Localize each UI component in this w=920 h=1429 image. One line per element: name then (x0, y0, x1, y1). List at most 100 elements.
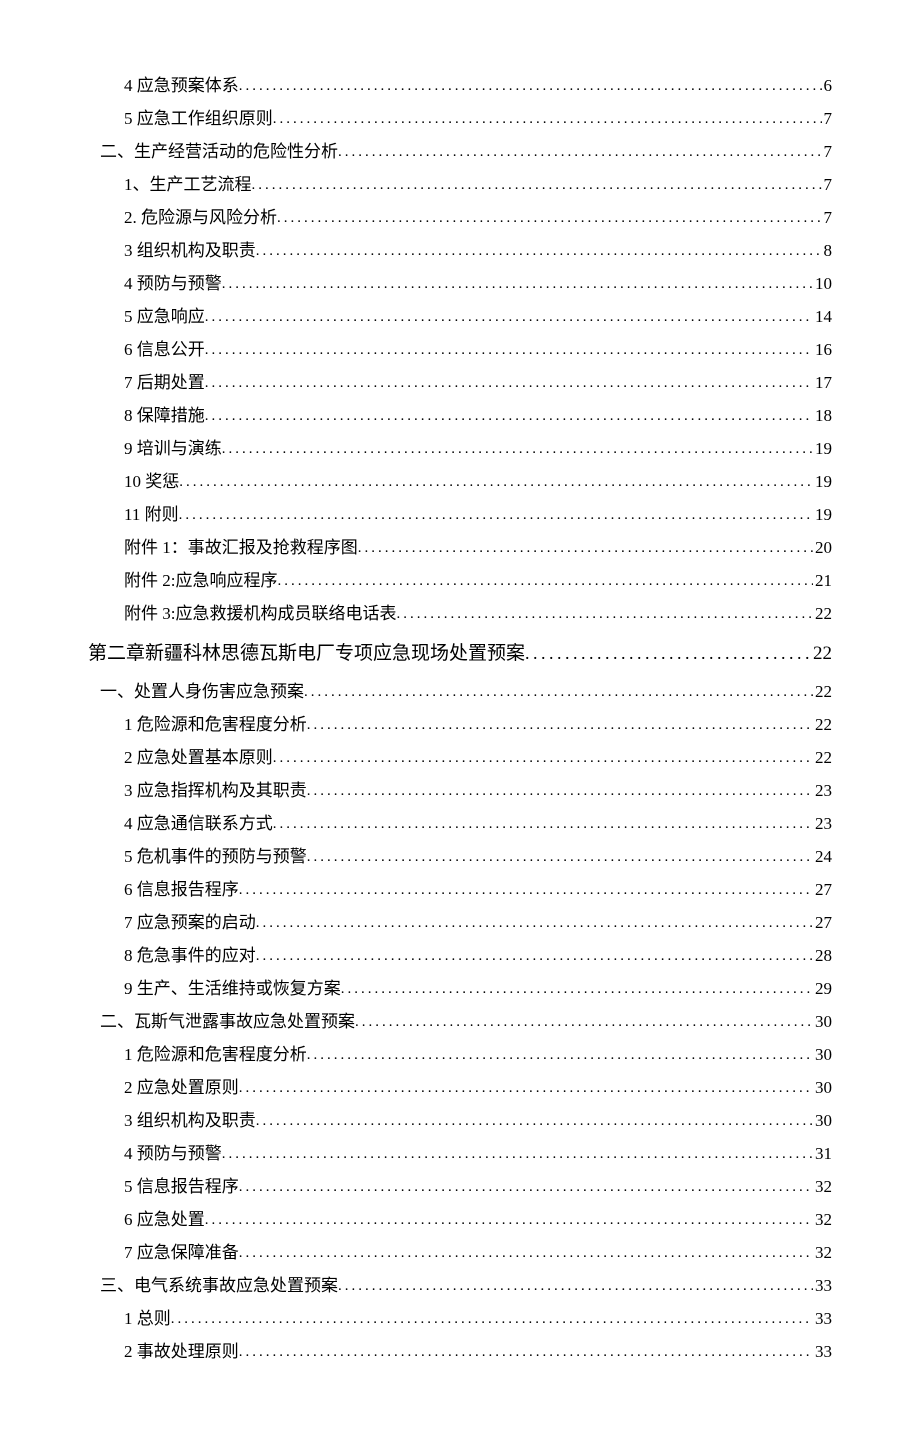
toc-leader-dots (239, 1237, 813, 1269)
toc-entry-title: 6 信息公开 (124, 334, 205, 366)
toc-entry-title: 附件 3:应急救援机构成员联络电话表 (124, 598, 396, 630)
toc-entry[interactable]: 7 应急预案的启动27 (88, 907, 832, 940)
toc-entry[interactable]: 二、生产经营活动的危险性分析 7 (88, 136, 832, 169)
toc-entry[interactable]: 5 应急工作组织原则 7 (88, 103, 832, 136)
toc-entry[interactable]: 一、处置人身伤害应急预案 22 (88, 676, 832, 709)
toc-entry-page: 16 (813, 334, 832, 366)
toc-entry[interactable]: 4 应急预案体系6 (88, 70, 832, 103)
toc-entry[interactable]: 7 应急保障准备32 (88, 1237, 832, 1270)
toc-entry-page: 30 (813, 1072, 832, 1104)
toc-entry[interactable]: 3 组织机构及职责8 (88, 235, 832, 268)
toc-leader-dots (252, 169, 822, 201)
toc-leader-dots (256, 940, 813, 972)
toc-entry[interactable]: 第二章新疆科林思德瓦斯电厂专项应急现场处置预案22 (88, 631, 832, 676)
toc-entry-title: 1 总则 (124, 1303, 171, 1335)
toc-leader-dots (256, 235, 822, 267)
toc-leader-dots (205, 1204, 813, 1236)
toc-entry-page: 17 (813, 367, 832, 399)
toc-entry-title: 3 组织机构及职责 (124, 1105, 256, 1137)
toc-entry[interactable]: 9 培训与演练19 (88, 433, 832, 466)
toc-entry-page: 30 (813, 1039, 832, 1071)
toc-entry-page: 22 (813, 742, 832, 774)
toc-entry[interactable]: 1 总则33 (88, 1303, 832, 1336)
toc-leader-dots (396, 598, 813, 630)
toc-entry[interactable]: 7 后期处置 17 (88, 367, 832, 400)
toc-entry-title: 9 生产、生活维持或恢复方案 (124, 973, 341, 1005)
toc-entry[interactable]: 4 预防与预警31 (88, 1138, 832, 1171)
toc-leader-dots (525, 631, 811, 675)
toc-entry[interactable]: 5 危机事件的预防与预警24 (88, 841, 832, 874)
toc-entry[interactable]: 10 奖惩19 (88, 466, 832, 499)
toc-entry-page: 23 (813, 775, 832, 807)
toc-entry[interactable]: 6 信息报告程序27 (88, 874, 832, 907)
toc-entry[interactable]: 三、电气系统事故应急处置预案 33 (88, 1270, 832, 1303)
toc-entry[interactable]: 4 应急通信联系方式23 (88, 808, 832, 841)
toc-entry-title: 8 保障措施 (124, 400, 205, 432)
toc-leader-dots (239, 874, 813, 906)
toc-entry[interactable]: 附件 2:应急响应程序21 (88, 565, 832, 598)
toc-entry[interactable]: 2 应急处置原则30 (88, 1072, 832, 1105)
toc-entry-title: 10 奖惩 (124, 466, 179, 498)
toc-entry-page: 30 (813, 1006, 832, 1038)
toc-entry-page: 7 (822, 136, 833, 168)
toc-entry[interactable]: 1 危险源和危害程度分析22 (88, 709, 832, 742)
toc-entry[interactable]: 附件 1：事故汇报及抢救程序图20 (88, 532, 832, 565)
toc-entry[interactable]: 5 信息报告程序32 (88, 1171, 832, 1204)
toc-entry[interactable]: 8 保障措施 18 (88, 400, 832, 433)
toc-entry-title: 三、电气系统事故应急处置预案 (100, 1270, 338, 1302)
toc-entry-title: 1、生产工艺流程 (124, 169, 252, 201)
toc-entry[interactable]: 1 危险源和危害程度分析 30 (88, 1039, 832, 1072)
toc-entry-title: 3 组织机构及职责 (124, 235, 256, 267)
toc-entry[interactable]: 6 应急处置32 (88, 1204, 832, 1237)
toc-entry-page: 22 (813, 676, 832, 708)
toc-entry-title: 2. 危险源与风险分析 (124, 202, 277, 234)
toc-entry[interactable]: 3 应急指挥机构及其职责23 (88, 775, 832, 808)
toc-entry[interactable]: 3 组织机构及职责30 (88, 1105, 832, 1138)
toc-leader-dots (358, 532, 813, 564)
toc-entry-title: 7 应急预案的启动 (124, 907, 256, 939)
toc-entry[interactable]: 9 生产、生活维持或恢复方案29 (88, 973, 832, 1006)
toc-entry-page: 28 (813, 940, 832, 972)
toc-entry[interactable]: 二、瓦斯气泄露事故应急处置预案 30 (88, 1006, 832, 1039)
toc-leader-dots (341, 973, 813, 1005)
toc-leader-dots (171, 1303, 813, 1335)
toc-leader-dots (304, 676, 813, 708)
toc-entry-title: 4 应急预案体系 (124, 70, 239, 102)
toc-entry[interactable]: 2 事故处理原则 33 (88, 1336, 832, 1369)
toc-entry-page: 18 (813, 400, 832, 432)
toc-leader-dots (355, 1006, 813, 1038)
toc-entry-page: 33 (813, 1336, 832, 1368)
toc-entry-title: 1 危险源和危害程度分析 (124, 709, 307, 741)
toc-entry-title: 7 后期处置 (124, 367, 205, 399)
toc-leader-dots (179, 499, 813, 531)
toc-entry-title: 1 危险源和危害程度分析 (124, 1039, 307, 1071)
toc-leader-dots (277, 202, 822, 234)
toc-entry-title: 11 附则 (124, 499, 179, 531)
toc-entry[interactable]: 4 预防与预警10 (88, 268, 832, 301)
toc-entry[interactable]: 附件 3:应急救援机构成员联络电话表22 (88, 598, 832, 631)
toc-entry-title: 8 危急事件的应对 (124, 940, 256, 972)
toc-entry[interactable]: 5 应急响应14 (88, 301, 832, 334)
toc-entry[interactable]: 11 附则19 (88, 499, 832, 532)
toc-leader-dots (179, 466, 813, 498)
toc-entry-title: 4 应急通信联系方式 (124, 808, 273, 840)
toc-entry-page: 7 (822, 103, 833, 135)
toc-entry-title: 二、生产经营活动的危险性分析 (100, 136, 338, 168)
toc-leader-dots (338, 1270, 813, 1302)
toc-entry[interactable]: 2. 危险源与风险分析 7 (88, 202, 832, 235)
toc-entry-page: 7 (822, 202, 833, 234)
toc-entry[interactable]: 1、生产工艺流程 7 (88, 169, 832, 202)
toc-list: 4 应急预案体系65 应急工作组织原则7二、生产经营活动的危险性分析 71、生产… (88, 70, 832, 1369)
toc-entry[interactable]: 8 危急事件的应对 28 (88, 940, 832, 973)
toc-entry[interactable]: 2 应急处置基本原则22 (88, 742, 832, 775)
toc-entry[interactable]: 6 信息公开 16 (88, 334, 832, 367)
toc-page: 4 应急预案体系65 应急工作组织原则7二、生产经营活动的危险性分析 71、生产… (0, 0, 920, 1429)
toc-leader-dots (205, 367, 813, 399)
toc-entry-title: 2 事故处理原则 (124, 1336, 239, 1368)
toc-leader-dots (273, 103, 822, 135)
toc-entry-page: 14 (813, 301, 832, 333)
toc-entry-title: 一、处置人身伤害应急预案 (100, 676, 304, 708)
toc-entry-title: 二、瓦斯气泄露事故应急处置预案 (100, 1006, 355, 1038)
toc-leader-dots (239, 70, 822, 102)
toc-entry-title: 5 应急工作组织原则 (124, 103, 273, 135)
